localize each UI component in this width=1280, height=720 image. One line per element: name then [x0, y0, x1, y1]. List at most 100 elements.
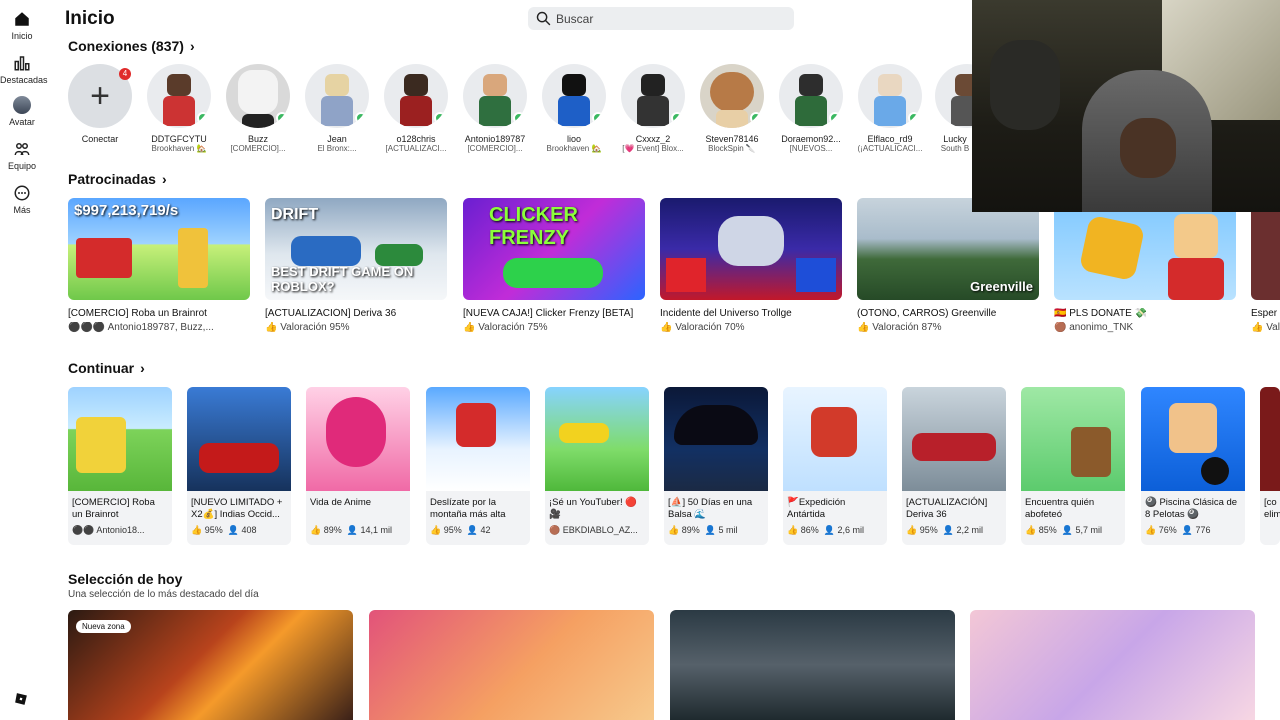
thumbs-up-icon: 👍 [310, 525, 324, 535]
sponsored-card[interactable]: Greenville (OTOÑO, CARROS) Greenville 👍 … [857, 198, 1039, 333]
game-meta: 👍 95% 👤 42 [426, 521, 530, 536]
connection-item[interactable]: Jean El Bronx:... [303, 64, 371, 153]
connection-avatar [463, 64, 527, 128]
connection-item[interactable]: Cxxxz_2 [💗 Event] Blox... [619, 64, 687, 153]
game-title: Deslízate por la montaña más alta [430, 497, 506, 520]
thumbs-up-icon: 👍 [668, 525, 682, 535]
players-icon: 👤 [227, 525, 242, 535]
online-status-icon [355, 112, 367, 124]
online-status-icon [750, 112, 762, 124]
sidebar-item-more[interactable]: Más [0, 184, 44, 215]
connection-item[interactable]: DDTGFCYTU Brookhaven 🏡 [145, 64, 213, 153]
game-title: [co elim [1264, 497, 1280, 520]
game-title: 🇪🇸 PLS DONATE 💸 [1054, 308, 1148, 319]
continue-card[interactable]: [NUEVO LIMITADO + X2💰] Indias Occid... 👍… [187, 387, 291, 545]
connection-item[interactable]: Antonio189787 [COMERCIO]... [461, 64, 529, 153]
game-meta: 👍 89% 👤 14,1 mil [306, 521, 410, 536]
charts-icon [13, 54, 31, 72]
friends-avatars-icon: ⚫⚫⚫ [68, 322, 108, 333]
continue-card[interactable]: ¡Sé un YouTuber! 🔴🎥 🟤 EBKDIABLO_AZ... [545, 387, 649, 545]
featured-card[interactable] [369, 610, 654, 720]
search-input[interactable] [556, 7, 786, 30]
connection-item[interactable]: Doraemon92... [NUEVOS... [777, 64, 845, 153]
sidebar-item-label: Más [13, 205, 31, 215]
featured-card[interactable] [670, 610, 955, 720]
game-thumbnail [1141, 387, 1245, 491]
player-count: 2,2 mil [956, 525, 983, 535]
game-thumbnail: $997,213,719/s [68, 198, 250, 300]
streamer-face [1120, 118, 1176, 178]
game-meta: ⚫⚫ Antonio18... [68, 521, 172, 536]
connection-item[interactable]: lioo Brookhaven 🏡 [540, 64, 608, 153]
game-thumbnail [902, 387, 1006, 491]
featured-card[interactable] [970, 610, 1255, 720]
roblox-logo-icon[interactable] [14, 692, 28, 706]
players-icon: 👤 [1061, 525, 1076, 535]
chevron-right-icon: › [161, 171, 167, 187]
continue-card[interactable]: [co elim [1260, 387, 1280, 545]
online-status-icon [592, 112, 604, 124]
featured-card[interactable]: Nueva zona [68, 610, 353, 720]
connection-avatar [305, 64, 369, 128]
game-meta: ⚫⚫⚫ Antonio189787, Buzz,... [68, 322, 250, 333]
game-meta: 👍 Valoración 87% [857, 322, 1039, 333]
connection-avatar [147, 64, 211, 128]
connection-name: Jean [327, 134, 347, 144]
continue-card[interactable]: [⛵] 50 Días en una Balsa 🌊 👍 89% 👤 5 mil [664, 387, 768, 545]
game-creator: anonimo_TNK [1069, 322, 1134, 333]
continue-card[interactable]: Vida de Anime 👍 89% 👤 14,1 mil [306, 387, 410, 545]
thumbs-up-icon: 👍 [857, 322, 873, 333]
sidebar-item-label: Avatar [9, 117, 35, 127]
continue-card[interactable]: [ACTUALIZACIÓN] Deriva 36 👍 95% 👤 2,2 mi… [902, 387, 1006, 545]
connection-game: [💗 Event] Blox... [622, 144, 684, 153]
game-rating: 85% [1038, 525, 1057, 535]
game-thumbnail [660, 198, 842, 300]
connection-item[interactable]: Lucky South B [935, 64, 975, 153]
connections-title: Conexiones (837) [68, 38, 184, 54]
new-zone-badge: Nueva zona [76, 620, 131, 633]
connections-header[interactable]: Conexiones (837) › [68, 38, 195, 54]
sponsored-card[interactable]: 🇪🇸 PLS DONATE 💸 🟤 anonimo_TNK [1054, 198, 1236, 333]
sidebar-item-home[interactable]: Inicio [0, 10, 44, 41]
home-icon [13, 10, 31, 28]
sponsored-card[interactable]: DRIFT BEST DRIFT GAME ON ROBLOX? [ACTUAL… [265, 198, 447, 333]
continue-card[interactable]: Encuentra quién abofeteó 👍 85% 👤 5,7 mil [1021, 387, 1125, 545]
thumbs-up-icon: 👍 [1025, 525, 1039, 535]
search-bar[interactable] [528, 7, 794, 30]
sidebar-item-charts[interactable]: Destacadas [0, 54, 48, 85]
game-meta: 👍 Valoración 95% [265, 322, 447, 333]
connection-item[interactable]: Elflaco_rd9 (¡ACTUALICACI... [856, 64, 924, 153]
connection-name: Elflaco_rd9 [867, 134, 913, 144]
continue-card[interactable]: [COMERCIO] Roba un Brainrot ⚫⚫ Antonio18… [68, 387, 172, 545]
sidebar-item-team[interactable]: Equipo [0, 140, 44, 171]
continue-card[interactable]: 🚩Expedición Antártida 👍 86% 👤 2,6 mil [783, 387, 887, 545]
friends-playing: Antonio189787, Buzz,... [107, 322, 214, 333]
sponsored-card[interactable]: Esper 👍 Val [1251, 198, 1280, 333]
players-icon: 👤 [466, 525, 481, 535]
connection-name: Doraemon92... [781, 134, 841, 144]
sponsored-header[interactable]: Patrocinadas › [68, 171, 167, 187]
sponsored-card[interactable]: Incidente del Universo Trollge 👍 Valorac… [660, 198, 842, 333]
motorcycle-shape [990, 40, 1060, 130]
connection-name: Antonio189787 [464, 134, 526, 144]
sponsored-card[interactable]: $997,213,719/s [COMERCIO] Roba un Brainr… [68, 198, 250, 333]
continue-card[interactable]: 🎱 Piscina Clásica de 8 Pelotas 🎱 👍 76% 👤… [1141, 387, 1245, 545]
continue-header[interactable]: Continuar › [68, 360, 145, 376]
connection-item[interactable]: Steven78146 BlockSpin 🔪 [698, 64, 766, 153]
connection-avatar [384, 64, 448, 128]
thumbs-up-icon: 👍 [265, 322, 281, 333]
continue-card[interactable]: Deslízate por la montaña más alta 👍 95% … [426, 387, 530, 545]
game-title: Encuentra quién abofeteó [1025, 497, 1095, 520]
connection-avatar [858, 64, 922, 128]
player-count: 5 mil [718, 525, 738, 535]
sponsored-card[interactable]: CLICKER FRENZY [NUEVA CAJA!] Clicker Fre… [463, 198, 645, 333]
connection-item[interactable]: Buzz [COMERCIO]... [224, 64, 292, 153]
game-thumbnail [783, 387, 887, 491]
connection-item[interactable]: o128chris [ACTUALIZACI... [382, 64, 450, 153]
sidebar-item-avatar[interactable]: Avatar [0, 96, 44, 127]
game-meta: 🟤 anonimo_TNK [1054, 322, 1236, 333]
game-meta: 👍 76% 👤 776 [1141, 521, 1245, 536]
game-rating: Valoración 70% [675, 322, 745, 333]
connection-name: Steven78146 [705, 134, 759, 144]
game-title: 🎱 Piscina Clásica de 8 Pelotas 🎱 [1145, 497, 1238, 520]
